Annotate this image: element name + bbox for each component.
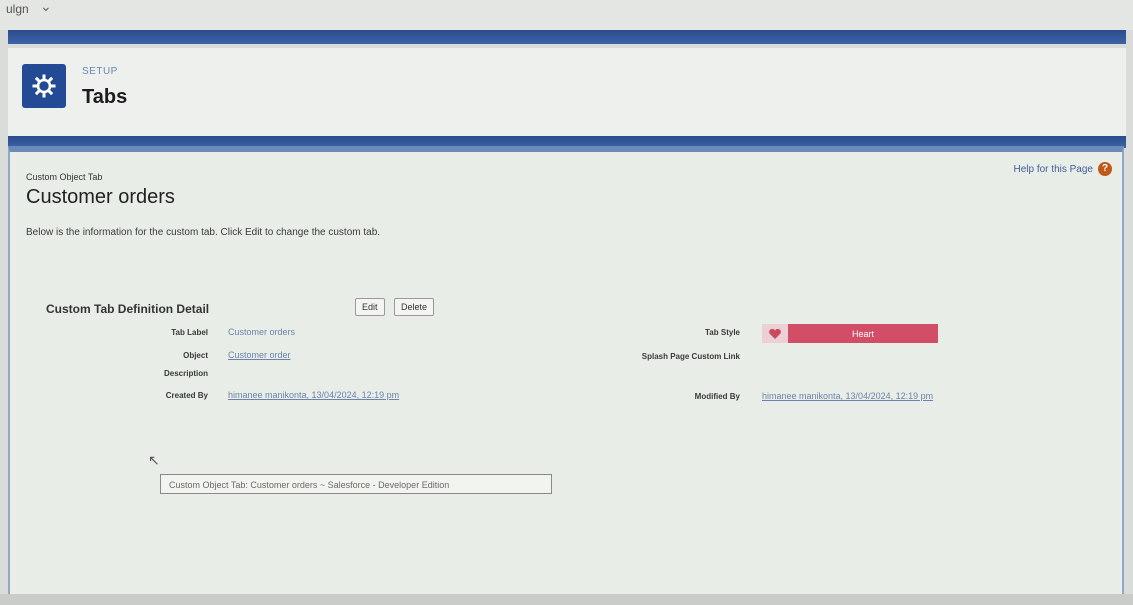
tooltip: Custom Object Tab: Customer orders ~ Sal… [160,474,552,494]
object-type-kicker: Custom Object Tab [26,172,103,182]
chevron-down-icon[interactable]: ⌄ [40,0,52,15]
section-title: Custom Tab Definition Detail [46,302,210,316]
modified-by-link[interactable]: himanee manikonta, 13/04/2024, 12:19 pm [762,391,933,401]
help-link[interactable]: Help for this Page ? [1014,162,1112,176]
top-nav-band [8,30,1126,44]
object-label: Object [183,351,208,360]
heart-icon [762,324,788,343]
splash-link-label: Splash Page Custom Link [641,352,740,361]
help-icon[interactable]: ? [1098,162,1112,176]
tab-label-label: Tab Label [171,328,208,337]
gear-icon [22,64,66,108]
page-title: Customer orders [26,186,175,208]
intro-text: Below is the information for the custom … [26,227,381,238]
delete-button[interactable]: Delete [394,298,435,316]
page-header-title: Tabs [82,86,128,108]
bottom-edge [0,594,1133,605]
modified-by-label: Modified By [694,392,740,401]
created-by-link[interactable]: himanee manikonta, 13/04/2024, 12:19 pm [228,390,399,400]
description-label: Description [163,369,208,378]
tab-style-label: Tab Style [705,328,740,337]
edit-button[interactable]: Edit [355,298,385,316]
help-link-label[interactable]: Help for this Page [1014,164,1094,175]
browser-crumb: ulgn [6,2,29,16]
created-by-label: Created By [165,391,208,400]
setup-header: SETUP Tabs [8,48,1126,138]
browser-top-strip: ulgn ⌄ [0,0,1133,30]
mouse-cursor-icon: ↖ [148,452,160,468]
tab-style-name: Heart [851,328,874,339]
tab-style-swatch: Heart [762,324,938,343]
object-link[interactable]: Customer order [228,350,291,360]
setup-kicker: SETUP [82,66,118,77]
content-panel: Custom Object Tab Customer orders Below … [8,146,1124,600]
tab-label-value: Customer orders [228,327,296,337]
